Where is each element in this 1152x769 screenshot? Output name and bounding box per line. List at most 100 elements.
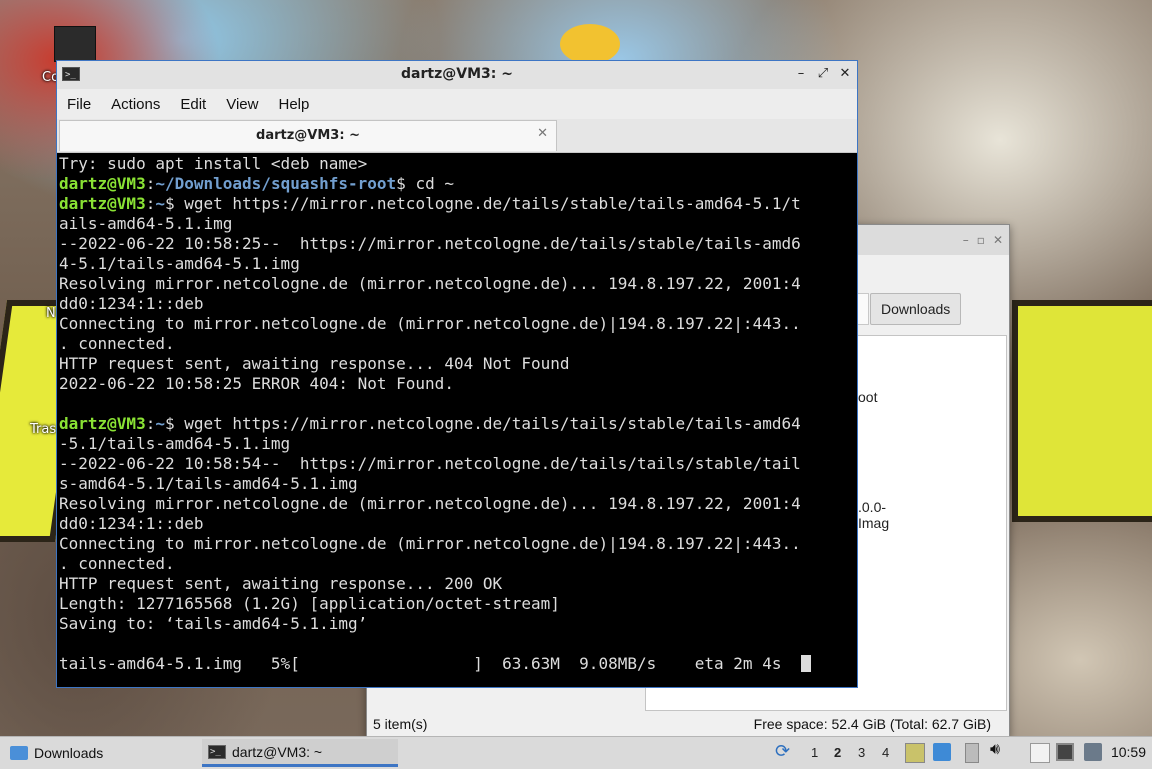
terminal-line: dd0:1234:1::deb: [59, 514, 855, 534]
file-name-fragment[interactable]: oot: [858, 389, 877, 405]
prompt-path: ~/Downloads/squashfs-root: [155, 174, 397, 193]
task-terminal[interactable]: >_ dartz@VM3: ~: [202, 739, 398, 767]
desktop-icon[interactable]: [933, 743, 951, 761]
command-text: $ wget https://mirror.netcologne.de/tail…: [164, 194, 801, 213]
volume-icon[interactable]: 🔊︎: [990, 741, 1008, 759]
clock: 10:59: [1110, 744, 1146, 760]
workspace-2[interactable]: 2: [834, 745, 841, 760]
terminal-line: 2022-06-22 10:58:25 ERROR 404: Not Found…: [59, 374, 855, 394]
terminal-line: --2022-06-22 10:58:54-- https://mirror.n…: [59, 454, 855, 474]
desktop-icon-label-trash[interactable]: Tras: [30, 422, 56, 437]
tab-label: dartz@VM3: ~: [256, 128, 360, 143]
workspace-1[interactable]: 1: [811, 745, 818, 760]
close-icon[interactable]: ✕: [837, 66, 853, 82]
output-text: dd0:1234:1::deb: [59, 514, 204, 533]
terminal-window[interactable]: >_ dartz@VM3: ~ – ⤢ ✕ File Actions Edit …: [56, 60, 858, 688]
terminal-line: --2022-06-22 10:58:25-- https://mirror.n…: [59, 234, 855, 254]
terminal-output[interactable]: Try: sudo apt install <deb name> dartz@VM…: [59, 154, 855, 685]
taskbar: Downloads >_ dartz@VM3: ~ ⟳ 1 2 3 4 🔊︎ 1…: [0, 736, 1152, 769]
terminal-line: . connected.: [59, 554, 855, 574]
path-button-downloads[interactable]: Downloads: [870, 293, 962, 325]
terminal-line: dartz@VM3:~/Downloads/squashfs-root$ cd …: [59, 174, 855, 194]
output-text: tails-amd64-5.1.img 5%[ ] 63.63M 9.08MB/…: [59, 654, 801, 673]
workspace-4[interactable]: 4: [882, 745, 889, 760]
prompt-path: ~: [155, 194, 165, 213]
command-text: $ wget https://mirror.netcologne.de/tail…: [164, 414, 801, 433]
terminal-line: dd0:1234:1::deb: [59, 294, 855, 314]
prompt-user: dartz@VM3: [59, 414, 146, 433]
output-text: s-amd64-5.1/tails-amd64-5.1.img: [59, 474, 358, 493]
output-text: Connecting to mirror.netcologne.de (mirr…: [59, 534, 801, 553]
scroll-indicator-icon[interactable]: [965, 743, 979, 763]
output-text: HTTP request sent, awaiting response... …: [59, 574, 503, 593]
output-text: Resolving mirror.netcologne.de (mirror.n…: [59, 274, 801, 293]
notes-icon[interactable]: [1030, 743, 1050, 763]
tab-terminal[interactable]: dartz@VM3: ~ ✕: [59, 120, 557, 151]
output-text: 4-5.1/tails-amd64-5.1.img: [59, 254, 300, 273]
minimize-icon[interactable]: –: [793, 66, 809, 82]
terminal-line: dartz@VM3:~$ wget https://mirror.netcolo…: [59, 414, 855, 434]
output-text: Connecting to mirror.netcologne.de (mirr…: [59, 314, 801, 333]
prompt-separator: :: [145, 414, 156, 433]
computer-icon[interactable]: [54, 26, 96, 62]
menu-help[interactable]: Help: [268, 96, 319, 113]
display-icon[interactable]: [1056, 743, 1074, 761]
menu-bar: File Actions Edit View Help: [57, 89, 857, 119]
prompt-separator: :: [145, 174, 156, 193]
workspace-3[interactable]: 3: [858, 745, 865, 760]
terminal-line: ails-amd64-5.1.img: [59, 214, 855, 234]
terminal-line: Resolving mirror.netcologne.de (mirror.n…: [59, 274, 855, 294]
output-text: Try: sudo apt install <deb name>: [59, 154, 368, 173]
menu-edit[interactable]: Edit: [170, 96, 216, 113]
terminal-line: 4-5.1/tails-amd64-5.1.img: [59, 254, 855, 274]
network-manager-icon[interactable]: ⟳: [775, 741, 793, 761]
terminal-line: HTTP request sent, awaiting response... …: [59, 574, 855, 594]
text-cursor: [800, 655, 811, 672]
task-downloads[interactable]: Downloads: [4, 739, 200, 767]
terminal-line: . connected.: [59, 334, 855, 354]
wallpaper-star: [560, 24, 620, 64]
prompt-path: ~: [155, 414, 165, 433]
menu-view[interactable]: View: [216, 96, 268, 113]
prompt-user: dartz@VM3: [59, 174, 146, 193]
terminal-titlebar[interactable]: >_ dartz@VM3: ~ – ⤢ ✕: [57, 61, 857, 90]
terminal-line: Resolving mirror.netcologne.de (mirror.n…: [59, 494, 855, 514]
file-name-fragment[interactable]: Imag: [858, 515, 889, 531]
output-text: -5.1/tails-amd64-5.1.img: [59, 434, 291, 453]
network-icon[interactable]: [1084, 743, 1102, 761]
output-text: dd0:1234:1::deb: [59, 294, 204, 313]
close-tab-icon[interactable]: ✕: [537, 126, 548, 141]
output-text: . connected.: [59, 334, 175, 353]
minimize-icon[interactable]: –: [963, 233, 969, 247]
output-text: Saving to: ‘tails-amd64-5.1.img’: [59, 614, 368, 633]
terminal-line: Try: sudo apt install <deb name>: [59, 154, 855, 174]
window-title: dartz@VM3: ~: [401, 66, 513, 82]
status-bar: 5 item(s) Free space: 52.4 GiB (Total: 6…: [367, 713, 1009, 737]
terminal-line: Connecting to mirror.netcologne.de (mirr…: [59, 314, 855, 334]
terminal-line: Connecting to mirror.netcologne.de (mirr…: [59, 534, 855, 554]
prompt-separator: :: [145, 194, 156, 213]
file-name-fragment[interactable]: .0.0-: [858, 499, 886, 515]
terminal-line: -5.1/tails-amd64-5.1.img: [59, 434, 855, 454]
terminal-line: HTTP request sent, awaiting response... …: [59, 354, 855, 374]
terminal-line: Length: 1277165568 (1.2G) [application/o…: [59, 594, 855, 614]
close-icon[interactable]: ✕: [993, 233, 1003, 247]
desktop-icon-label-network[interactable]: N: [46, 306, 56, 321]
terminal-line: dartz@VM3:~$ wget https://mirror.netcolo…: [59, 194, 855, 214]
output-text: Length: 1277165568 (1.2G) [application/o…: [59, 594, 560, 613]
item-count: 5 item(s): [373, 716, 428, 732]
terminal-line: tails-amd64-5.1.img 5%[ ] 63.63M 9.08MB/…: [59, 654, 855, 674]
maximize-icon[interactable]: ▫: [977, 233, 985, 247]
maximize-icon[interactable]: ⤢: [815, 66, 831, 82]
command-text: $ cd ~: [396, 174, 454, 193]
menu-actions[interactable]: Actions: [101, 96, 170, 113]
output-text: . connected.: [59, 554, 175, 573]
menu-file[interactable]: File: [57, 96, 101, 113]
wallpaper-text-right: [1012, 300, 1152, 522]
tab-bar: dartz@VM3: ~ ✕: [57, 119, 857, 153]
clipboard-icon[interactable]: [905, 743, 925, 763]
task-label: dartz@VM3: ~: [232, 743, 323, 760]
output-text: Resolving mirror.netcologne.de (mirror.n…: [59, 494, 801, 513]
